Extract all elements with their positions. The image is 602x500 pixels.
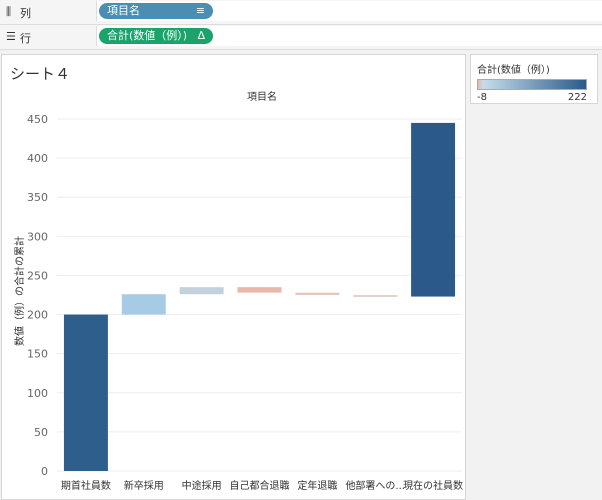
sort-icon[interactable]: ≡ [196,3,205,19]
bar-4[interactable] [295,292,340,295]
y-tick-label: 250 [27,269,48,282]
worksheet: シート４ 項目名 数値（例）の合計の累計 0 50 100 150 200 250 300 3… [1,54,466,500]
x-tick-label: 自己都合退職 [230,479,290,492]
x-tick-label: 他部署への... [345,479,405,492]
y-tick-label: 150 [27,348,48,361]
y-tick-label: 300 [27,230,48,243]
columns-shelf: ⫼ 列 項目名 ≡ [0,0,602,25]
x-tick-label: 新卒採用 [124,479,164,492]
y-tick-label: 50 [34,426,48,439]
bar-5[interactable] [353,295,398,297]
legend-gradient [477,79,587,90]
columns-pill-label: 項目名 [107,4,140,17]
rows-shelf: ☰ 行 合計(数値（例）) Δ [0,25,602,50]
waterfall-chart: 項目名 数値（例）の合計の累計 0 50 100 150 200 250 300 350 400… [13,90,463,492]
y-tick-label: 0 [41,465,48,478]
legend-title: 合計(数値（例）) [477,65,550,76]
legend-max: 222 [567,92,587,103]
columns-icon: ⫼ [6,5,12,18]
x-tick-label: 期首社員数 [61,479,111,492]
rows-icon: ☰ [6,30,16,43]
bar-0[interactable] [63,314,108,471]
x-tick-label: 中途採用 [182,479,222,492]
rows-pill[interactable]: 合計(数値（例）) Δ [99,28,213,44]
bar-6[interactable] [411,122,456,297]
rows-shelf-field[interactable]: 合計(数値（例）) Δ [96,26,602,46]
x-tick-label: 現在の社員数 [403,479,463,492]
x-tick-label: 定年退職 [297,479,337,492]
delta-icon[interactable]: Δ [197,28,205,44]
y-tick-label: 400 [27,152,48,165]
columns-shelf-label: 列 [20,7,31,20]
y-tick-label: 200 [27,309,48,322]
y-tick-label: 350 [27,191,48,204]
bar-3[interactable] [237,287,282,293]
y-tick-label: 100 [27,387,48,400]
rows-shelf-label: 行 [20,32,31,45]
rows-pill-label: 合計(数値（例）) [107,29,188,42]
bar-2[interactable] [179,287,224,295]
chart-title: 項目名 [247,90,277,103]
color-legend: 合計(数値（例）) -8 222 [470,54,598,104]
columns-shelf-field[interactable]: 項目名 ≡ [96,1,602,21]
y-tick-label: 450 [27,113,48,126]
columns-pill[interactable]: 項目名 ≡ [99,3,213,19]
y-axis-label: 数値（例）の合計の累計 [13,236,26,346]
legend-min: -8 [477,92,487,103]
bar-1[interactable] [121,294,166,315]
